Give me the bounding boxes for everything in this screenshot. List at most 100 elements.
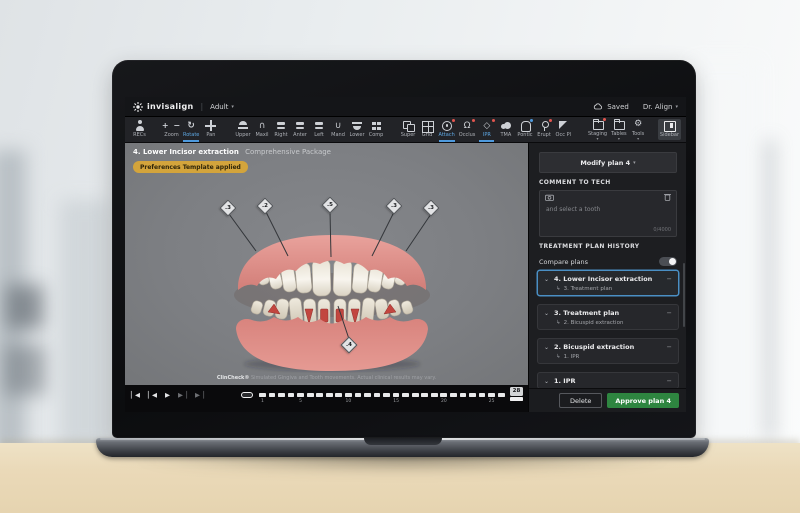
upper-view-icon (237, 120, 249, 131)
toolbar-item-tma[interactable]: TMA (496, 117, 515, 142)
toolbar-item-pan[interactable]: Pan (201, 117, 220, 142)
step-forward-button[interactable]: ▶▕ (178, 391, 187, 399)
compare-plans-toggle[interactable] (659, 257, 677, 266)
rotate-icon: ↻ (187, 120, 195, 131)
toolbar-item-comp[interactable]: Comp (367, 117, 386, 142)
stage-segment[interactable] (450, 392, 457, 397)
toolbar-item-label: Sidebar (659, 132, 679, 138)
skip-to-end-button[interactable]: ▶▕ (195, 391, 204, 399)
app-logo-text: invisalign (147, 102, 194, 111)
stage-tick-label: 5 (299, 399, 303, 404)
stage-segment[interactable] (488, 392, 495, 397)
toolbar-item-sidebar[interactable]: Sidebar (657, 119, 681, 140)
plan-history-item[interactable]: ⌄ 2. Bicuspid extraction − ↳ 1. IPR (537, 338, 679, 364)
plan-history-item[interactable]: ⌄ 1. IPR − (537, 372, 679, 389)
toolbar-item-tools[interactable]: ⚙ Tools ▾ (629, 117, 648, 142)
toolbar-item-lower[interactable]: Lower (348, 117, 367, 142)
3d-viewport[interactable]: 4. Lower Incisor extraction Comprehensiv… (125, 143, 528, 385)
plan-history-item[interactable]: ⌄ 4. Lower Incisor extraction − ↳ 3. Tre… (537, 270, 679, 296)
skip-to-start-button[interactable]: ▏◀ (131, 391, 140, 399)
pontic-icon (519, 119, 533, 132)
toolbar-item-rotate[interactable]: ↻ Rotate (181, 117, 201, 142)
stage-segment[interactable] (306, 392, 314, 397)
step-back-button[interactable]: ▏◀ (148, 391, 157, 399)
stage-segment[interactable] (335, 392, 343, 397)
chevron-down-icon[interactable]: ⌄ (544, 276, 549, 282)
stage-segment[interactable] (392, 392, 400, 397)
plan-history-item[interactable]: ⌄ 3. Treatment plan − ↳ 2. Bicuspid extr… (537, 304, 679, 330)
modify-plan-button[interactable]: Modify plan 4 ▾ (539, 152, 677, 173)
toolbar-item-occlus[interactable]: Ω Occlus (457, 117, 478, 142)
stage-segment[interactable] (411, 392, 419, 397)
app-top-bar: invisalign | Adult ▾ Saved Dr. Align ▾ (125, 97, 686, 117)
final-stage-badge[interactable]: 28 (510, 386, 523, 396)
stage-segment[interactable] (440, 392, 448, 397)
patient-mode-dropdown[interactable]: Adult (210, 103, 228, 111)
toolbar-item-super[interactable]: Super (399, 117, 418, 142)
stage-segment[interactable] (354, 392, 362, 397)
toolbar-item-recs[interactable]: RECs (130, 117, 149, 142)
toolbar-item-label: IPR (482, 132, 491, 138)
chevron-down-icon[interactable]: ⌄ (544, 344, 549, 350)
final-stage-segment[interactable] (510, 397, 523, 402)
stage-segment[interactable] (478, 392, 486, 397)
chevron-down-icon: ▾ (596, 135, 599, 141)
toolbar-item-tables[interactable]: Tables ▾ (609, 117, 629, 142)
toolbar-item-mand[interactable]: ∪ Mand (329, 117, 348, 142)
toolbar-item-attach[interactable]: Attach (437, 117, 457, 142)
stage-segment[interactable] (373, 392, 381, 397)
branch-icon: ↳ (556, 320, 561, 326)
collapse-icon[interactable]: − (667, 343, 672, 351)
stage-segment[interactable] (268, 392, 276, 397)
toolbar-item-anter[interactable]: Anter (291, 117, 310, 142)
delete-button[interactable]: Delete (559, 393, 603, 408)
toolbar-item-left[interactable]: Left (310, 117, 329, 142)
right-view-icon (275, 120, 287, 131)
comment-input[interactable] (544, 204, 672, 228)
stage-segment[interactable] (469, 392, 476, 397)
toolbar-item-right[interactable]: Right (272, 117, 291, 142)
stage-segment[interactable] (316, 392, 324, 397)
stage-segment[interactable] (364, 392, 371, 397)
stage-segment[interactable] (402, 392, 410, 397)
toolbar-item-maxil[interactable]: ∩ Maxil (253, 117, 272, 142)
stage-segment[interactable] (278, 392, 285, 397)
collapse-icon[interactable]: − (667, 275, 672, 283)
chevron-down-icon[interactable]: ⌄ (544, 378, 549, 384)
toolbar-item-zoom[interactable]: + − Zoom (162, 117, 181, 142)
toolbar-item-erupt[interactable]: Erupt (535, 117, 554, 142)
collapse-icon[interactable]: − (667, 309, 672, 317)
toolbar-item-label: Left (314, 132, 324, 138)
left-view-icon (313, 120, 325, 131)
collapse-icon[interactable]: − (667, 377, 672, 385)
trash-icon[interactable] (664, 193, 671, 201)
stage-segment[interactable] (259, 392, 266, 397)
stage-segment[interactable] (421, 392, 429, 397)
stage-segment[interactable] (325, 392, 333, 397)
stage-segment[interactable] (297, 392, 304, 397)
stage-segment[interactable] (287, 392, 295, 397)
scrollbar-thumb[interactable] (683, 263, 685, 327)
toolbar-item-ipr[interactable]: ◇ IPR (477, 117, 496, 142)
doctor-account-dropdown[interactable]: Dr. Align ▾ (643, 103, 678, 111)
stage-segment[interactable] (459, 392, 467, 397)
stage-segment[interactable] (430, 392, 438, 397)
stage-segment[interactable] (383, 392, 390, 397)
maxillary-arch-icon: ∩ (258, 120, 266, 131)
person-icon (134, 120, 146, 131)
chevron-down-icon[interactable]: ⌄ (544, 310, 549, 316)
approve-plan-button[interactable]: Approve plan 4 (607, 393, 679, 408)
play-button[interactable]: ▶ (165, 391, 170, 399)
toolbar-item-label: Super (400, 132, 416, 138)
toolbar-item-grid[interactable]: Grid (418, 117, 437, 142)
comment-box: 0/4000 (539, 190, 677, 237)
toolbar-item-occ-pl[interactable]: Occ Pl (554, 117, 573, 142)
toolbar-item-pontic[interactable]: Pontic (515, 117, 534, 142)
toolbar-item-upper[interactable]: Upper (233, 117, 252, 142)
stage-segment[interactable] (344, 392, 352, 397)
camera-icon[interactable] (545, 194, 554, 201)
current-stage-indicator[interactable] (241, 392, 253, 398)
toolbar-item-label: Pontic (517, 132, 533, 138)
stage-segment[interactable] (497, 392, 505, 397)
toolbar-item-staging[interactable]: Staging ▾ (586, 117, 609, 142)
